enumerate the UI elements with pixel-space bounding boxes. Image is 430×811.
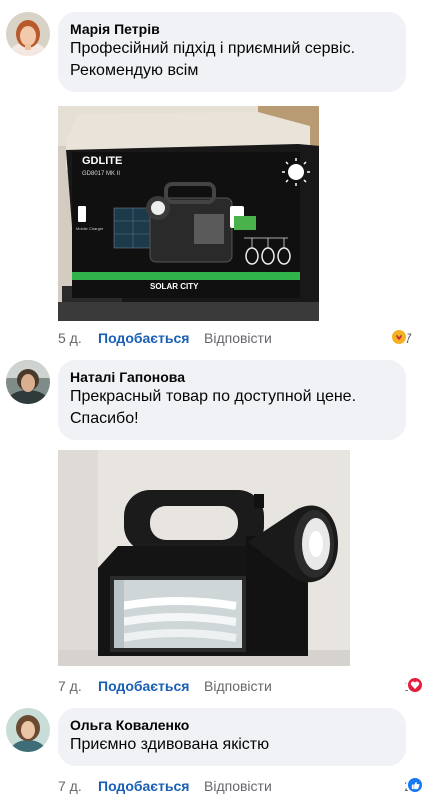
- comment-author[interactable]: Марія Петрів: [70, 20, 394, 38]
- reactions-summary[interactable]: 17: [390, 328, 412, 348]
- comment-author[interactable]: Ольга Коваленко: [70, 716, 394, 734]
- comment-bubble: Марія Петрів Професійний підхід і приємн…: [58, 12, 406, 92]
- comment-photo[interactable]: GDLITE GD8017 MK II Mobile Charger SOLAR…: [58, 106, 319, 321]
- comment-meta: 7 д. Подобається Відповісти 1: [58, 676, 425, 696]
- comment-time[interactable]: 7 д.: [58, 776, 82, 796]
- box-brand: GDLITE: [82, 155, 122, 167]
- comment-text-line: Прекрасный товар по доступной цене.: [70, 388, 357, 405]
- like-button[interactable]: Подобається: [98, 676, 189, 696]
- comment-time[interactable]: 7 д.: [58, 676, 82, 696]
- reply-button[interactable]: Відповісти: [204, 776, 272, 796]
- comment-author[interactable]: Наталі Гапонова: [70, 368, 394, 386]
- reply-button[interactable]: Відповісти: [204, 676, 272, 696]
- reply-button[interactable]: Відповісти: [204, 328, 272, 348]
- love-icon: [406, 676, 425, 694]
- avatar[interactable]: [6, 360, 50, 404]
- reactions-summary[interactable]: 1: [404, 676, 425, 696]
- like-icon: [406, 776, 425, 794]
- box-charging-label: Mobile Charger: [76, 226, 104, 231]
- box-model: GD8017 MK II: [82, 171, 120, 177]
- comment-text-line: Рекомендую всім: [70, 62, 199, 79]
- like-button[interactable]: Подобається: [98, 328, 189, 348]
- comment-bubble: Ольга Коваленко Приємно здивована якістю: [58, 708, 406, 766]
- like-button[interactable]: Подобається: [98, 776, 189, 796]
- box-footer-label: SOLAR CITY: [150, 282, 199, 291]
- comment-text-line: Спасибо!: [70, 410, 139, 427]
- comment-bubble: Наталі Гапонова Прекрасный товар по дост…: [58, 360, 406, 440]
- comment-text-line: Професійний підхід і приємний сервіс.: [70, 40, 356, 57]
- avatar[interactable]: [6, 708, 50, 752]
- reactions-summary[interactable]: 2: [404, 776, 425, 796]
- comment-text-line: Приємно здивована якістю: [70, 736, 270, 753]
- avatar[interactable]: [6, 12, 50, 56]
- comment-time[interactable]: 5 д.: [58, 328, 82, 348]
- comment-meta: 5 д. Подобається Відповісти 17: [58, 328, 420, 348]
- comment-photo[interactable]: [58, 450, 350, 666]
- comment-meta: 7 д. Подобається Відповісти 2: [58, 776, 425, 796]
